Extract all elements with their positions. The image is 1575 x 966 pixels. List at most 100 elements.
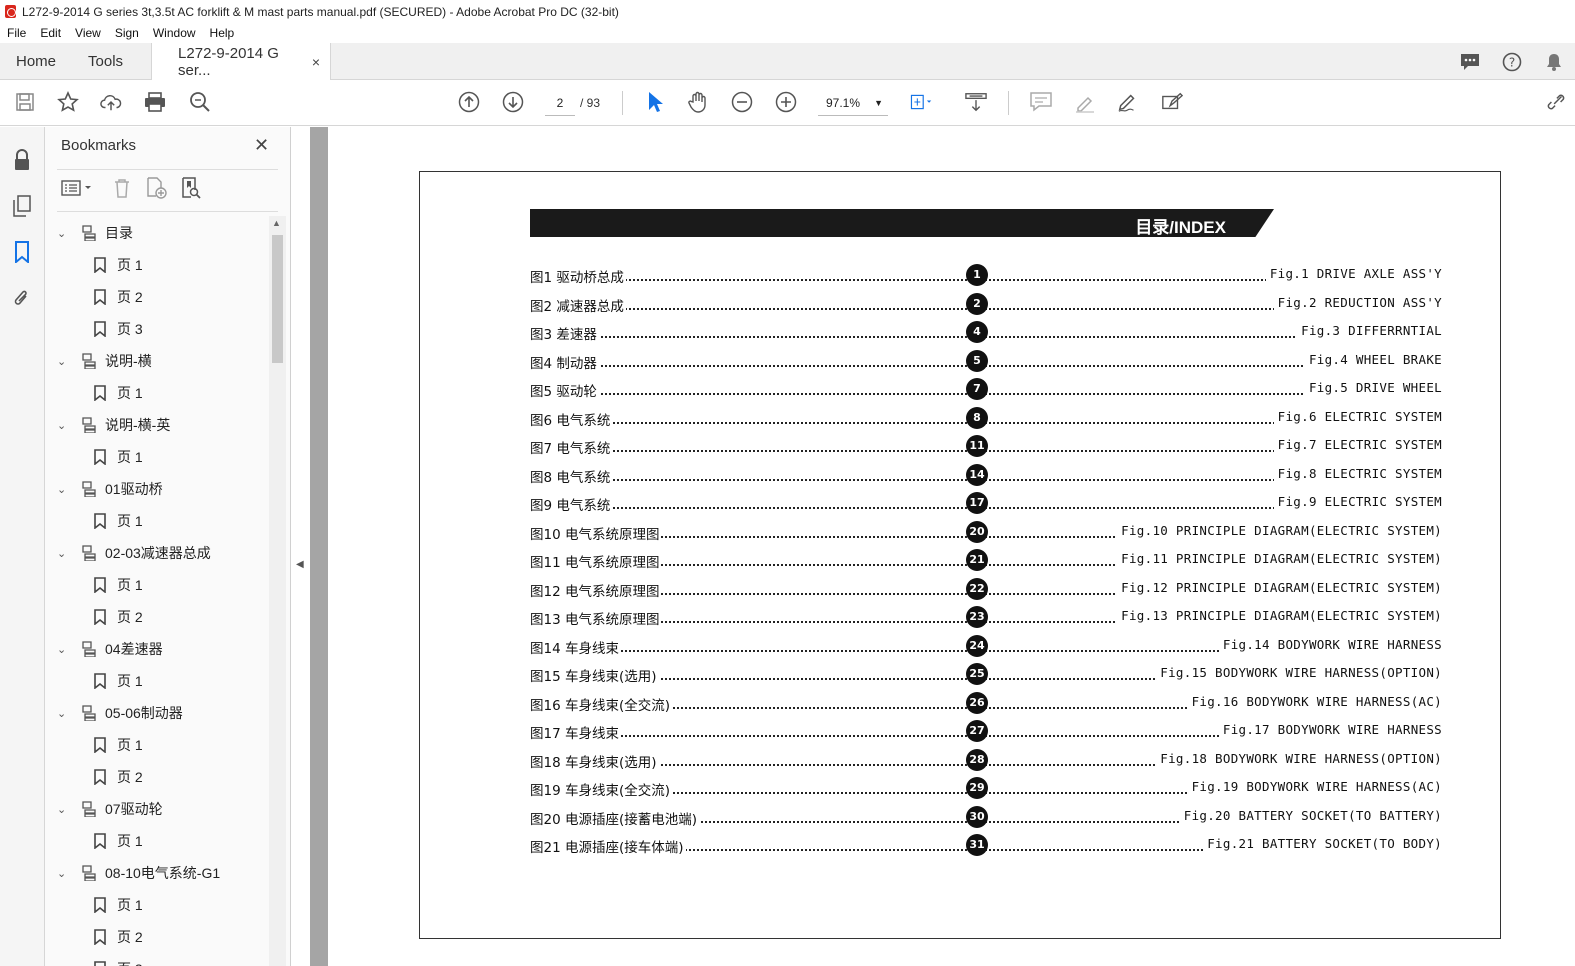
sign-pen-icon[interactable] xyxy=(1117,91,1139,113)
page-number-input[interactable]: 2 xyxy=(545,90,575,116)
menu-help[interactable]: Help xyxy=(203,26,242,40)
toc-page-badge: 2 xyxy=(966,292,988,315)
bookmark-item[interactable]: 页 1 xyxy=(93,665,143,697)
link-tool-icon[interactable] xyxy=(1545,91,1567,113)
toc-cn-label: 图19 车身线束(全交流) xyxy=(530,779,673,799)
bookmarks-scrollbar[interactable]: ▲ xyxy=(269,216,286,966)
chevron-down-icon[interactable]: ⌄ xyxy=(57,547,71,560)
star-icon[interactable] xyxy=(57,91,79,113)
close-tab-icon[interactable]: × xyxy=(312,54,320,70)
print-icon[interactable] xyxy=(144,91,166,113)
menu-file[interactable]: File xyxy=(0,26,33,40)
chevron-down-icon[interactable]: ⌄ xyxy=(57,707,71,720)
document-gutter xyxy=(310,127,328,966)
bookmark-item[interactable]: 页 1 xyxy=(93,505,143,537)
bookmark-item[interactable]: 页 1 xyxy=(93,889,143,921)
menu-window[interactable]: Window xyxy=(146,26,203,40)
bookmark-panel-icon[interactable] xyxy=(11,241,33,263)
fit-page-icon[interactable] xyxy=(910,91,932,113)
bookmark-item[interactable]: 页 3 xyxy=(93,953,143,966)
tab-home[interactable]: Home xyxy=(0,43,72,79)
bookmark-group[interactable]: ⌄ 说明-横 xyxy=(57,345,152,377)
toc-en-label: Fig.9 ELECTRIC SYSTEM xyxy=(1273,494,1442,509)
pdf-page: 目录/INDEX 图1 驱动桥总成 1 Fig.1 DRIVE AXLE ASS'Y… xyxy=(419,171,1501,939)
chevron-down-icon[interactable]: ⌄ xyxy=(57,227,71,240)
find-bookmark-icon[interactable] xyxy=(180,177,202,199)
bell-icon[interactable] xyxy=(1543,51,1565,73)
select-cursor-icon[interactable] xyxy=(644,91,666,113)
toc-row: 图9 电气系统 17 Fig.9 ELECTRIC SYSTEM xyxy=(530,492,1442,514)
comment-icon[interactable] xyxy=(1459,51,1481,73)
options-menu-icon[interactable] xyxy=(61,177,95,199)
menu-edit[interactable]: Edit xyxy=(33,26,68,40)
bookmark-group[interactable]: ⌄ 07驱动轮 xyxy=(57,793,163,825)
bookmark-item[interactable]: 页 1 xyxy=(93,825,143,857)
chevron-down-icon[interactable]: ⌄ xyxy=(57,803,71,816)
bookmark-icon xyxy=(94,449,106,465)
scroll-mode-icon[interactable] xyxy=(965,91,987,113)
lock-icon[interactable] xyxy=(11,149,33,171)
menu-sign[interactable]: Sign xyxy=(108,26,146,40)
toc-en-label: Fig.13 PRINCIPLE DIAGRAM(ELECTRIC SYSTEM… xyxy=(1117,608,1442,623)
toc-row: 图15 车身线束(选用) 25 Fig.15 BODYWORK WIRE HARNE… xyxy=(530,663,1442,685)
bookmark-item[interactable]: 页 1 xyxy=(93,377,143,409)
new-bookmark-icon[interactable] xyxy=(145,177,167,199)
bookmark-item[interactable]: 页 2 xyxy=(93,281,143,313)
scrollbar-thumb[interactable] xyxy=(272,235,283,363)
save-icon[interactable] xyxy=(14,91,36,113)
collapse-panel-icon[interactable]: ◀ xyxy=(296,559,304,570)
document-view[interactable]: 目录/INDEX 图1 驱动桥总成 1 Fig.1 DRIVE AXLE ASS'Y… xyxy=(328,127,1575,966)
search-zoom-icon[interactable] xyxy=(189,91,211,113)
delete-bookmark-icon[interactable] xyxy=(111,177,133,199)
zoom-out-icon[interactable] xyxy=(731,91,753,113)
previous-page-icon[interactable] xyxy=(458,91,480,113)
tab-tools[interactable]: Tools xyxy=(72,43,139,79)
upload-cloud-icon[interactable] xyxy=(100,91,122,113)
chevron-down-icon[interactable]: ⌄ xyxy=(57,483,71,496)
toc-en-label: Fig.21 BATTERY SOCKET(TO BODY) xyxy=(1203,836,1442,851)
bookmark-item[interactable]: 页 2 xyxy=(93,761,143,793)
hand-tool-icon[interactable] xyxy=(687,91,709,113)
toc-cn-label: 图16 车身线束(全交流) xyxy=(530,693,673,714)
bookmark-label: 页 1 xyxy=(117,897,143,913)
toc-row: 图8 电气系统 14 Fig.8 ELECTRIC SYSTEM xyxy=(530,463,1442,486)
bookmark-item[interactable]: 页 2 xyxy=(93,601,143,633)
bookmark-group[interactable]: ⌄ 01驱动桥 xyxy=(57,473,163,505)
bookmark-group[interactable]: ⌄ 04差速器 xyxy=(57,633,163,665)
bookmark-item[interactable]: 页 1 xyxy=(93,569,143,601)
edit-fill-sign-icon[interactable] xyxy=(1161,91,1183,113)
next-page-icon[interactable] xyxy=(502,91,524,113)
chevron-down-icon[interactable]: ⌄ xyxy=(57,643,71,656)
zoom-in-icon[interactable] xyxy=(775,91,797,113)
bookmark-item[interactable]: 页 3 xyxy=(93,313,143,345)
bookmark-group[interactable]: ⌄ 05-06制动器 xyxy=(57,697,183,729)
bookmark-icon xyxy=(94,737,106,753)
menu-view[interactable]: View xyxy=(68,26,108,40)
help-icon[interactable]: ? xyxy=(1501,51,1523,73)
bookmark-item[interactable]: 页 1 xyxy=(93,441,143,473)
chevron-down-icon[interactable]: ⌄ xyxy=(57,355,71,368)
main-toolbar xyxy=(0,80,1575,126)
attachment-icon[interactable] xyxy=(11,287,33,309)
bookmark-group[interactable]: ⌄ 说明-横-英 xyxy=(57,409,170,441)
chevron-down-icon[interactable]: ⌄ xyxy=(57,867,71,880)
bookmark-icon xyxy=(94,673,106,689)
page-thumbnails-icon[interactable] xyxy=(11,195,33,217)
chevron-down-icon[interactable]: ⌄ xyxy=(57,419,71,432)
scroll-up-icon[interactable]: ▲ xyxy=(272,218,281,228)
bookmark-item[interactable]: 页 1 xyxy=(93,249,143,281)
toc-en-label: Fig.19 BODYWORK WIRE HARNESS(AC) xyxy=(1187,779,1442,794)
bookmark-label: 页 2 xyxy=(117,609,143,625)
close-panel-icon[interactable]: ✕ xyxy=(254,135,269,156)
zoom-level-select[interactable]: 97.1% ▼ xyxy=(818,90,888,116)
comment-tool-icon[interactable] xyxy=(1030,91,1052,113)
chevron-down-icon: ▼ xyxy=(874,98,883,108)
panel-splitter[interactable]: ◀ xyxy=(291,127,310,966)
bookmark-group[interactable]: ⌄ 08-10电气系统-G1 xyxy=(57,857,220,889)
tab-document[interactable]: L272-9-2014 G ser... × xyxy=(151,43,332,80)
highlight-icon[interactable] xyxy=(1074,91,1096,113)
bookmark-item[interactable]: 页 1 xyxy=(93,729,143,761)
bookmark-item[interactable]: 页 2 xyxy=(93,921,143,953)
bookmark-group[interactable]: ⌄ 目录 xyxy=(57,217,133,249)
bookmark-group[interactable]: ⌄ 02-03减速器总成 xyxy=(57,537,211,569)
